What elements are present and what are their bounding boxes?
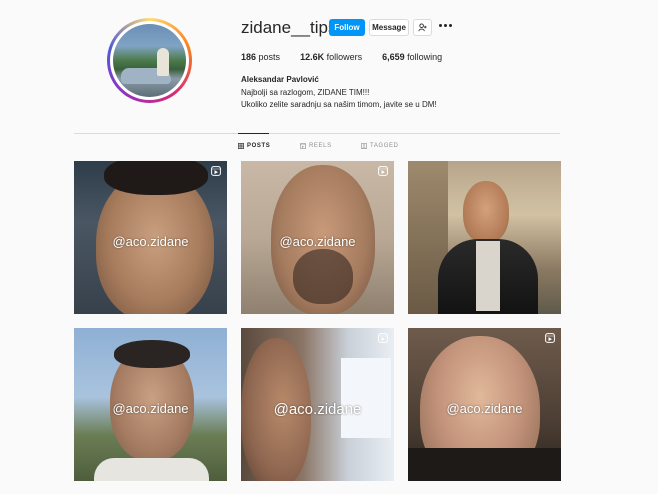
tagged-icon: [361, 143, 367, 149]
posts-label: posts: [258, 52, 281, 62]
post-tile[interactable]: @aco.zidane: [74, 328, 227, 481]
post-tile[interactable]: @aco.zidane: [408, 328, 561, 481]
follow-button[interactable]: Follow: [329, 19, 365, 36]
reel-icon: [378, 166, 388, 176]
bio-line: Najbolji sa razlogom, ZIDANE TIM!!!: [241, 88, 370, 97]
reel-icon: [211, 166, 221, 176]
following-label: following: [407, 52, 443, 62]
posts-count: 186: [241, 52, 257, 62]
tabs-divider: [74, 133, 560, 134]
post-watermark: @aco.zidane: [279, 234, 356, 249]
tab-reels[interactable]: REELS: [300, 143, 332, 149]
profile-full-name: Aleksandar Pavlović: [241, 75, 319, 84]
bio-line: Ukoliko zelite saradnju sa našim timom, …: [241, 100, 437, 109]
followers-label: followers: [326, 52, 363, 62]
more-options-button[interactable]: [439, 24, 453, 28]
post-watermark: @aco.zidane: [112, 401, 189, 416]
tab-posts[interactable]: POSTS: [238, 143, 270, 149]
suggested-accounts-button[interactable]: [413, 19, 432, 36]
profile-username: zidane__tips: [241, 18, 337, 37]
message-button[interactable]: Message: [369, 19, 409, 36]
posts-stat: 186 posts: [241, 52, 280, 62]
reels-icon: [300, 143, 306, 149]
reel-icon: [545, 333, 555, 343]
profile-stats: 186 posts 12.6K followers 6,659 followin…: [241, 52, 462, 62]
tab-posts-label: POSTS: [247, 143, 271, 149]
tab-tagged[interactable]: TAGGED: [361, 143, 399, 149]
post-tile[interactable]: [408, 161, 561, 314]
post-tile[interactable]: @aco.zidane: [74, 161, 227, 314]
post-thumbnail: [463, 181, 509, 243]
post-watermark: @aco.zidane: [446, 401, 523, 416]
post-tile[interactable]: @aco.zidane: [241, 161, 394, 314]
tab-tagged-label: TAGGED: [370, 143, 399, 149]
post-tile[interactable]: @aco.zidane: [241, 328, 394, 481]
followers-count: 12.6K: [300, 52, 325, 62]
grid-icon: [238, 143, 244, 149]
post-watermark: @aco.zidane: [112, 234, 189, 249]
add-user-icon: [418, 23, 427, 32]
avatar-person-shape: [157, 48, 169, 76]
tab-reels-label: REELS: [309, 143, 332, 149]
active-tab-indicator: [238, 133, 269, 134]
post-watermark: @aco.zidane: [273, 401, 362, 418]
reel-icon: [378, 333, 388, 343]
avatar-image: [113, 24, 186, 97]
following-count: 6,659: [382, 52, 405, 62]
profile-avatar[interactable]: [107, 18, 192, 103]
followers-stat[interactable]: 12.6K followers: [300, 52, 362, 62]
following-stat[interactable]: 6,659 following: [382, 52, 442, 62]
